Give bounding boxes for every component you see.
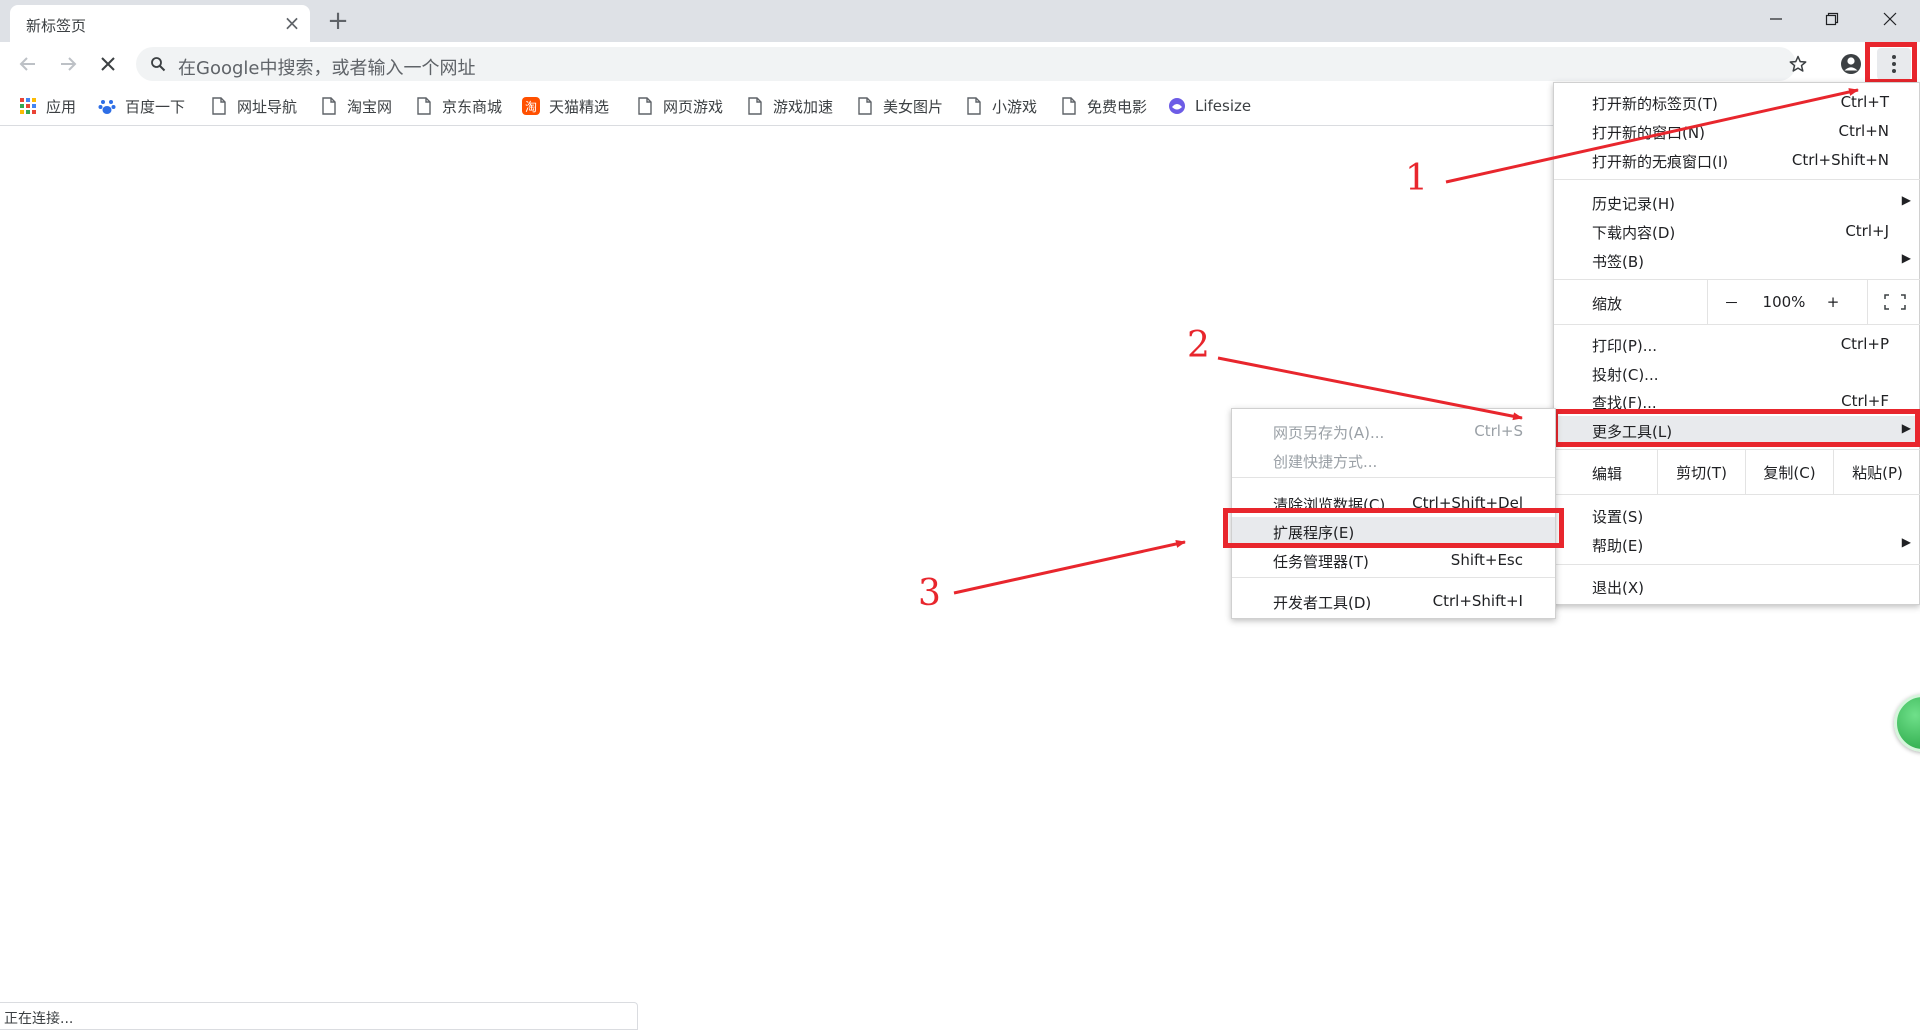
status-text: 正在连接... (4, 1011, 74, 1027)
annotation-layer (953, 88, 1859, 595)
annotation-number-2: 2 (1187, 325, 1210, 366)
status-bubble: 正在连接... (0, 1002, 638, 1030)
annotation-number-1: 1 (1405, 158, 1428, 199)
annotation-number-3: 3 (918, 573, 941, 614)
annotation-arrow-1 (1445, 88, 1859, 184)
annotation-arrow-2 (1217, 356, 1523, 421)
annotation-arrow-3 (953, 540, 1186, 595)
